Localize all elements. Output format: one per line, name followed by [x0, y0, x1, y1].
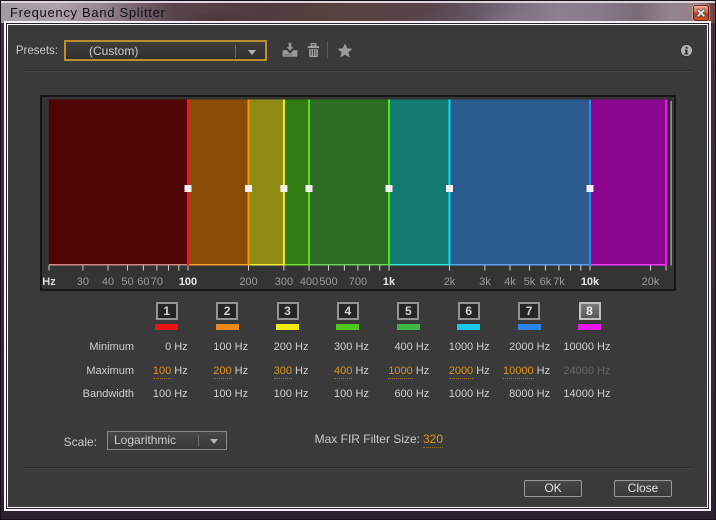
- svg-text:700: 700: [349, 276, 367, 288]
- svg-text:200: 200: [239, 276, 257, 288]
- svg-text:100: 100: [179, 276, 197, 288]
- svg-text:3k: 3k: [479, 276, 491, 288]
- svg-text:60: 60: [137, 276, 149, 288]
- svg-text:7k: 7k: [553, 276, 565, 288]
- svg-text:30: 30: [77, 276, 89, 288]
- svg-text:500: 500: [319, 276, 337, 288]
- svg-text:4k: 4k: [504, 276, 516, 288]
- svg-text:5k: 5k: [524, 276, 536, 288]
- svg-text:50: 50: [121, 276, 133, 288]
- svg-text:20k: 20k: [642, 276, 660, 288]
- svg-text:6k: 6k: [540, 276, 552, 288]
- svg-text:400: 400: [300, 276, 318, 288]
- svg-text:1k: 1k: [383, 276, 396, 288]
- svg-text:Hz: Hz: [42, 276, 56, 288]
- svg-text:2k: 2k: [444, 276, 456, 288]
- svg-text:10k: 10k: [581, 276, 600, 288]
- svg-text:70: 70: [151, 276, 163, 288]
- svg-text:40: 40: [102, 276, 114, 288]
- svg-text:300: 300: [275, 276, 293, 288]
